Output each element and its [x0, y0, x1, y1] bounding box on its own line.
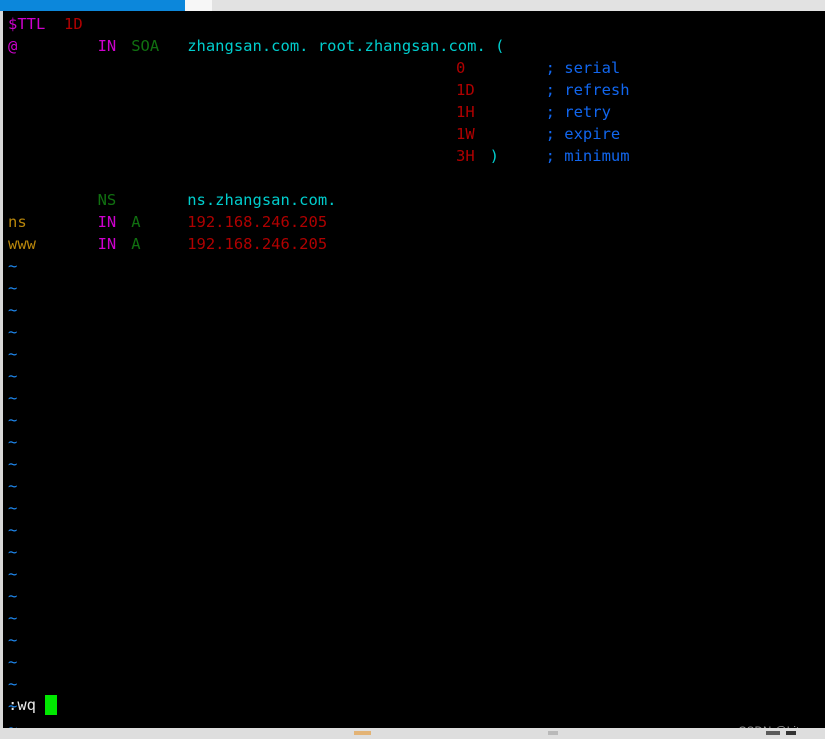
soa-serial-value: 0	[456, 59, 466, 77]
tilde-icon: ~	[8, 389, 18, 407]
tilde-icon: ~	[8, 631, 18, 649]
buffer-line[interactable]: $TTL 1D	[0, 13, 825, 35]
ns-record-type: NS	[97, 191, 117, 209]
tilde-icon: ~	[8, 411, 18, 429]
soa-retry-comment: ; retry	[545, 103, 611, 121]
buffer-line[interactable]: 1W ; expire	[0, 123, 825, 145]
soa-expire-comment: ; expire	[545, 125, 621, 143]
buffer-line[interactable]: 3H) ; minimum	[0, 145, 825, 167]
taskbar-chip-orange	[354, 731, 371, 735]
buffer-line[interactable]	[0, 167, 825, 189]
tilde-icon: ~	[8, 609, 18, 627]
ns-record-target: ns.zhangsan.com.	[187, 191, 337, 209]
soa-retry-value: 1H	[456, 103, 475, 121]
buffer-line[interactable]: ns IN A 192.168.246.205	[0, 211, 825, 233]
buffer-line[interactable]: 1H ; retry	[0, 101, 825, 123]
tilde-icon: ~	[8, 323, 18, 341]
tilde-icon: ~	[8, 521, 18, 539]
taskbar-strip	[0, 728, 825, 739]
buffer-line[interactable]: 1D ; refresh	[0, 79, 825, 101]
tilde-icon: ~	[8, 455, 18, 473]
buffer-line[interactable]: 0 ; serial	[0, 57, 825, 79]
tilde-icon: ~	[8, 499, 18, 517]
a-record-type-ns: A	[131, 213, 141, 231]
tilde-icon: ~	[8, 345, 18, 363]
tilde-icon: ~	[8, 675, 18, 693]
tilde-icon: ~	[8, 367, 18, 385]
tilde-icon: ~	[8, 301, 18, 319]
ttl-value: 1D	[64, 15, 83, 33]
terminal-window[interactable]: $TTL 1D @ IN SOA zhangsan.com. root.zhangsan.…	[0, 11, 825, 728]
buffer-line[interactable]: NS ns.zhangsan.com.	[0, 189, 825, 211]
soa-minimum-value: 3H	[456, 147, 475, 165]
tilde-icon: ~	[8, 543, 18, 561]
tilde-icon: ~	[8, 257, 18, 275]
tilde-icon: ~	[8, 477, 18, 495]
text-cursor	[44, 695, 57, 715]
buffer-line[interactable]: @ IN SOA zhangsan.com. root.zhangsan.com. (	[0, 35, 825, 57]
tilde-icon: ~	[8, 433, 18, 451]
a-record-host-www: www	[8, 235, 36, 253]
topbar-empty-area	[212, 0, 825, 11]
directive-ttl: $TTL	[8, 15, 46, 33]
soa-refresh-comment: ; refresh	[545, 81, 630, 99]
taskbar-chip-dark	[766, 731, 780, 735]
browser-top-bar	[0, 0, 825, 11]
soa-refresh-value: 1D	[456, 81, 475, 99]
a-record-class-www: IN	[97, 235, 117, 253]
soa-type: SOA	[131, 37, 160, 55]
a-record-ip-ns: 192.168.246.205	[187, 213, 328, 231]
soa-nameserver-and-email: zhangsan.com. root.zhangsan.com. (	[187, 37, 505, 55]
tilde-icon: ~	[8, 587, 18, 605]
a-record-type-www: A	[131, 235, 141, 253]
vim-command-text: :wq	[8, 696, 36, 714]
topbar-active-tab-segment[interactable]	[0, 0, 185, 11]
vim-editor-screen[interactable]: $TTL 1D @ IN SOA zhangsan.com. root.zhangsan.…	[0, 11, 825, 728]
topbar-inactive-tab-segment[interactable]	[185, 0, 212, 11]
taskbar-chip-dark-secondary	[786, 731, 796, 735]
soa-close-paren: )	[489, 147, 499, 165]
soa-class: IN	[97, 37, 117, 55]
soa-serial-comment: ; serial	[545, 59, 621, 77]
tilde-icon: ~	[8, 279, 18, 297]
taskbar-chip-gray	[548, 731, 558, 735]
tilde-icon: ~	[8, 719, 18, 728]
buffer-line[interactable]: www IN A 192.168.246.205	[0, 233, 825, 255]
a-record-class-ns: IN	[97, 213, 117, 231]
a-record-host-ns: ns	[8, 213, 27, 231]
tilde-icon: ~	[8, 653, 18, 671]
tilde-icon: ~	[8, 565, 18, 583]
soa-origin: @	[8, 37, 18, 55]
soa-minimum-comment: ; minimum	[545, 147, 630, 165]
soa-expire-value: 1W	[456, 125, 475, 143]
a-record-ip-www: 192.168.246.205	[187, 235, 328, 253]
